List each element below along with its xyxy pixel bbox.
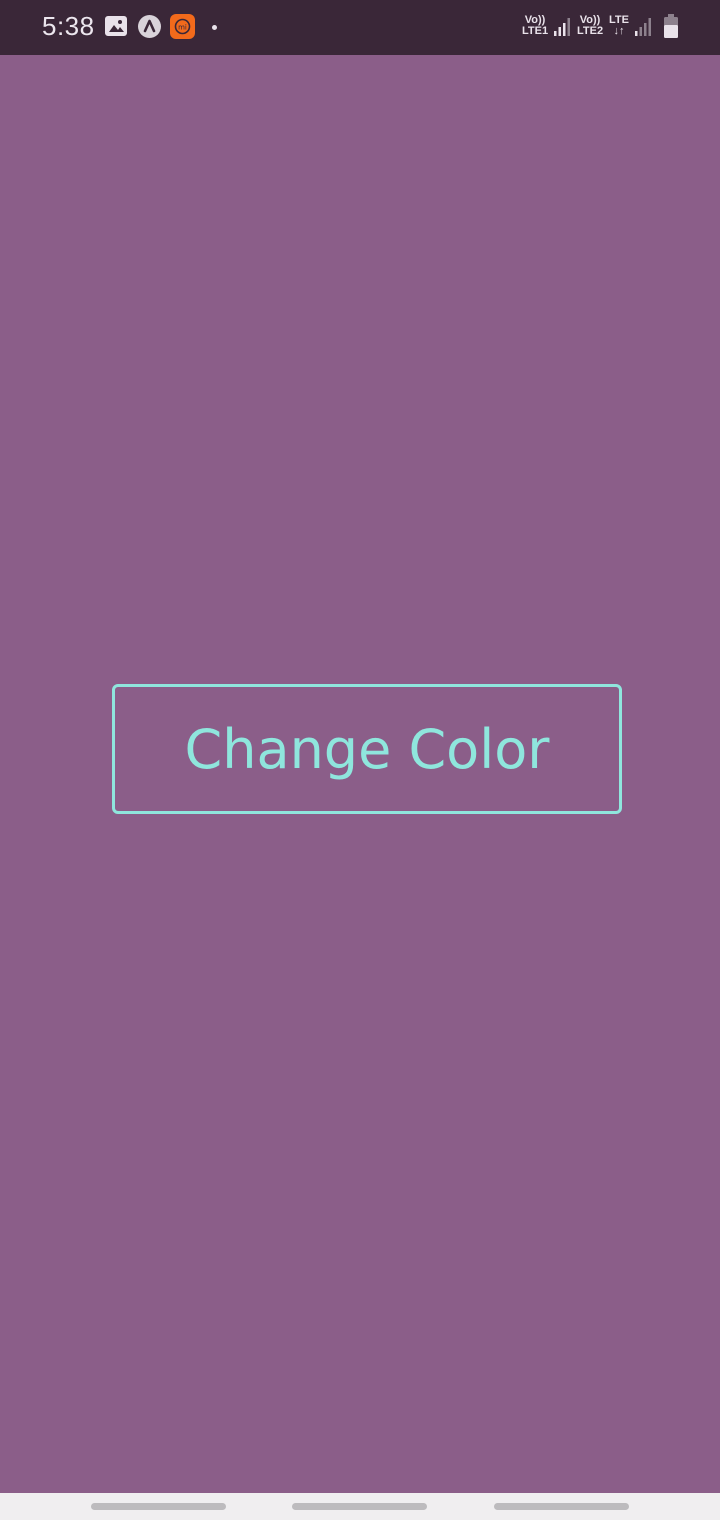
nav-gesture-handle-center[interactable] [292,1503,427,1510]
battery-icon [664,14,678,38]
nav-gesture-handle-right[interactable] [494,1503,629,1510]
navigation-bar [0,1493,720,1520]
mi-icon: mi [170,14,195,39]
network-label-sim2: Vo)) LTE2 [577,14,604,37]
status-time: 5:38 [42,11,95,41]
gallery-icon [105,16,127,36]
status-bar: 5:38 mi Vo)) LTE1 Vo)) LTE2 LTE ↓↑ [0,0,720,55]
change-color-button[interactable]: Change Color [112,684,622,814]
svg-text:mi: mi [178,24,187,32]
nav-gesture-handle-left[interactable] [91,1503,226,1510]
network-label-sim1: Vo)) LTE1 [522,14,549,37]
notification-dot-icon [212,25,217,30]
signal-icon-2 [635,18,651,36]
network-label-lte: LTE ↓↑ [609,14,629,37]
signal-icon [554,18,570,36]
app-screen: 5:38 mi Vo)) LTE1 Vo)) LTE2 LTE ↓↑ Chang… [0,0,720,1520]
app-a-icon [138,15,161,38]
